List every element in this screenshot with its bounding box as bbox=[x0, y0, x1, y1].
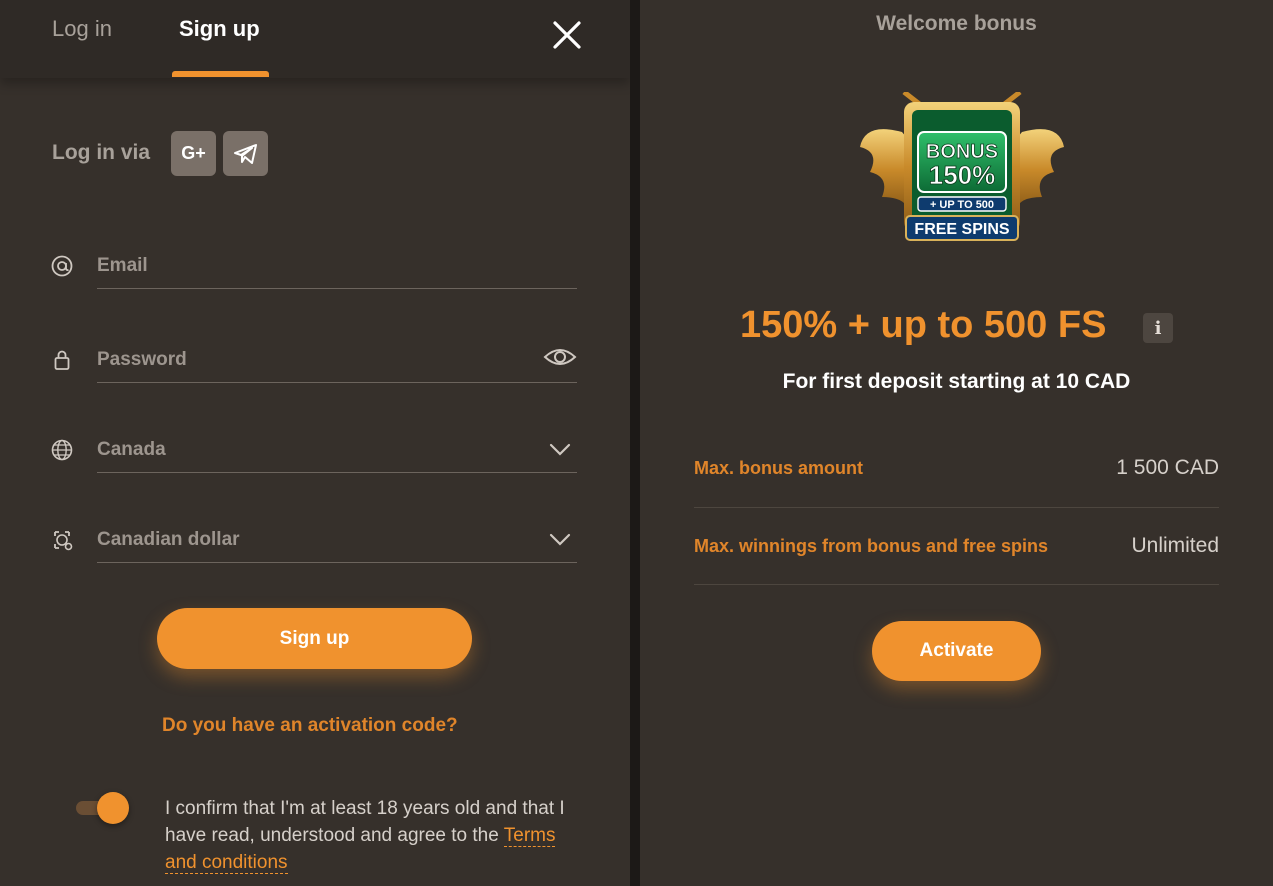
email-field[interactable]: Email bbox=[97, 250, 577, 289]
active-tab-indicator bbox=[172, 71, 269, 77]
tab-signup[interactable]: Sign up bbox=[179, 16, 260, 42]
country-select[interactable]: Canada bbox=[97, 433, 577, 473]
eye-icon[interactable] bbox=[543, 346, 577, 368]
bonus-panel-title: Welcome bonus bbox=[876, 12, 1037, 35]
age-confirm-toggle-knob[interactable] bbox=[97, 792, 129, 824]
auth-panel: Log in Sign up Log in via G+ Email Passw… bbox=[0, 0, 630, 886]
google-login-button[interactable]: G+ bbox=[171, 131, 216, 176]
bonus-subtitle: For first deposit starting at 10 CAD bbox=[782, 370, 1131, 393]
info-icon[interactable]: i bbox=[1143, 313, 1173, 343]
at-icon bbox=[51, 255, 73, 277]
chevron-down-icon[interactable] bbox=[549, 533, 571, 547]
badge-line3: + UP TO 500 bbox=[930, 199, 994, 211]
bonus-info-value: 1 500 CAD bbox=[1116, 456, 1219, 479]
lock-icon bbox=[54, 350, 70, 370]
telegram-login-button[interactable] bbox=[223, 131, 268, 176]
telegram-icon bbox=[233, 143, 257, 164]
tab-login[interactable]: Log in bbox=[52, 16, 112, 42]
globe-icon bbox=[51, 439, 73, 461]
bonus-panel: Welcome bonus BONUS 150% + UP TO 500 FRE… bbox=[640, 0, 1273, 886]
close-icon[interactable] bbox=[548, 16, 586, 54]
bonus-badge-image: BONUS 150% + UP TO 500 FREE SPINS bbox=[860, 92, 1064, 241]
currency-value: Canadian dollar bbox=[97, 529, 240, 550]
currency-select[interactable]: Canadian dollar bbox=[97, 523, 577, 563]
activate-bonus-button[interactable]: Activate bbox=[872, 621, 1041, 681]
password-field[interactable]: Password bbox=[97, 343, 577, 383]
currency-icon bbox=[54, 531, 73, 551]
bonus-info-key: Max. winnings from bonus and free spins bbox=[694, 536, 1049, 556]
login-via-label: Log in via bbox=[52, 141, 151, 164]
chevron-down-icon[interactable] bbox=[549, 443, 571, 457]
panel-divider bbox=[630, 0, 640, 886]
signup-button[interactable]: Sign up bbox=[157, 608, 472, 669]
bonus-info-row: Max. bonus amount 1 500 CAD bbox=[694, 430, 1219, 508]
age-confirm-text: I confirm that I'm at least 18 years old… bbox=[165, 795, 565, 876]
bonus-headline: 150% + up to 500 FS bbox=[740, 304, 1107, 346]
auth-tabbar: Log in Sign up bbox=[0, 0, 630, 78]
google-icon: G+ bbox=[181, 143, 206, 163]
password-placeholder: Password bbox=[97, 349, 187, 370]
badge-line4: FREE SPINS bbox=[914, 221, 1009, 238]
bonus-info-row: Max. winnings from bonus and free spins … bbox=[694, 508, 1219, 585]
badge-line2: 150% bbox=[929, 160, 996, 190]
email-placeholder: Email bbox=[97, 255, 148, 276]
activation-code-link[interactable]: Do you have an activation code? bbox=[162, 715, 458, 737]
bonus-info-key: Max. bonus amount bbox=[694, 458, 864, 478]
country-value: Canada bbox=[97, 439, 166, 460]
bonus-info-value: Unlimited bbox=[1131, 534, 1219, 557]
